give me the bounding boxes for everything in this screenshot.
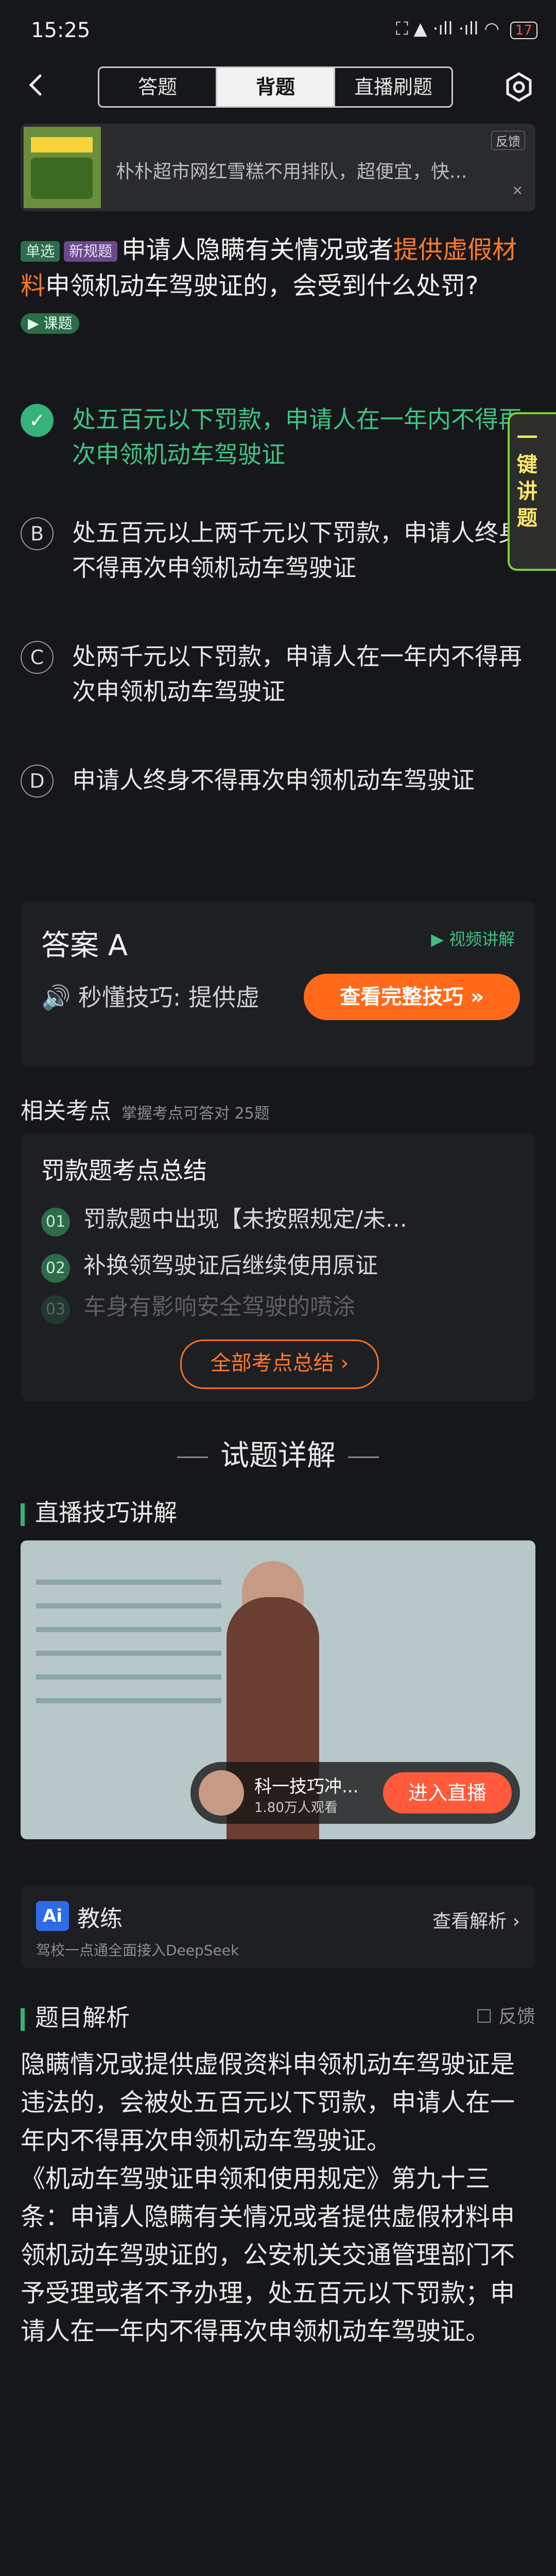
option-a[interactable]: ✓ 处五百元以下罚款，申请人在一年内不得再次申领机动车驾驶证 xyxy=(21,402,522,474)
feedback-button[interactable]: ☐ 反馈 xyxy=(476,2002,535,2028)
analysis-paragraph: 隐瞒情况或提供虚假资料申领机动车驾驶证是违法的，会被处五百元以下罚款，申请人在一… xyxy=(21,2050,515,2155)
ad-feedback-tag[interactable]: 反馈 xyxy=(491,131,525,150)
status-indicators: ⛶ ▲ ·ıll ·ıll ◠ 17 xyxy=(396,19,537,39)
ad-banner[interactable]: 朴朴超市网红雪糕不用排队，超便宜，快... 反馈 ✕ xyxy=(21,124,535,211)
live-video-card[interactable]: 科一技巧冲... 1.80万人观看 进入直播 xyxy=(21,1540,535,1839)
question-text: 单选 新规题 申请人隐瞒有关情况或者提供虚假材料申领机动车驾驶证的，会受到什么处罚?… xyxy=(21,232,535,340)
battery-icon: 17 xyxy=(510,22,537,39)
explain-question-button[interactable]: 一键讲题 xyxy=(508,412,556,571)
all-knowledge-button[interactable]: 全部考点总结 › xyxy=(180,1340,379,1389)
tab-memorize[interactable]: 背题 xyxy=(216,68,334,106)
section-title-text: 试题详解 xyxy=(220,1439,336,1472)
live-caption: 科一技巧冲... 1.80万人观看 进入直播 xyxy=(190,1762,520,1824)
top-nav: 答题 背题 直播刷题 xyxy=(0,59,556,116)
knowledge-item[interactable]: 03 车身有影响安全驾驶的喷涂 xyxy=(41,1288,505,1324)
view-full-tip-button[interactable]: 查看完整技巧 » xyxy=(304,974,520,1020)
knowledge-section-title: 相关考点 掌握考点可答对 25题 xyxy=(21,1092,270,1125)
question-part-1: 申请人隐瞒有关情况或者 xyxy=(121,235,394,264)
knowledge-item[interactable]: 02 补换领驾驶证后继续使用原证 xyxy=(41,1247,505,1283)
knowledge-card: 罚款题考点总结 01 罚款题中出现【未按照规定/未... 02 补换领驾驶证后继续使… xyxy=(21,1133,535,1401)
option-a-text: 处五百元以下罚款，申请人在一年内不得再次申领机动车驾驶证 xyxy=(72,405,522,468)
explain-question-label: 一键讲题 xyxy=(517,426,537,530)
status-time: 15:25 xyxy=(31,19,91,42)
option-b-text: 处五百元以上两千元以下罚款，申请人终身不得再次申领机动车驾驶证 xyxy=(72,519,522,582)
viewer-count: 1.80万人观看 xyxy=(254,1800,338,1816)
ai-logo-icon: Ai xyxy=(36,1901,69,1931)
live-section-title: 直播技巧讲解 xyxy=(21,1494,177,1528)
quick-tip-text: 🔊 秒懂技巧: 提供虚 xyxy=(41,984,260,1011)
status-icons: ⛶ ▲ ·ıll ·ıll ◠ xyxy=(395,19,500,39)
ai-coach-card[interactable]: Ai 教练 驾校一点通全面接入DeepSeek 查看解析 › xyxy=(21,1886,535,1968)
analysis-body: 隐瞒情况或提供虚假资料申领机动车驾驶证是违法的，会被处五百元以下罚款，申请人在一… xyxy=(21,2045,535,2350)
view-analysis-link[interactable]: 查看解析 › xyxy=(432,1906,520,1933)
teacher-name: 科一技巧冲... xyxy=(254,1776,359,1797)
check-icon: ✓ xyxy=(21,404,54,437)
answer-card: 答案 A ▶ 视频讲解 🔊 秒懂技巧: 提供虚 查看完整技巧 » xyxy=(21,902,535,1066)
battery-level: 17 xyxy=(515,23,532,38)
ad-text: 朴朴超市网红雪糕不用排队，超便宜，快... xyxy=(116,161,467,182)
coach-subtitle: 驾校一点通全面接入DeepSeek xyxy=(36,1942,239,1959)
settings-gear-icon[interactable] xyxy=(502,71,535,104)
mode-tabs: 答题 背题 直播刷题 xyxy=(98,66,453,108)
tab-answer[interactable]: 答题 xyxy=(99,68,216,106)
tab-live-practice[interactable]: 直播刷题 xyxy=(334,68,451,106)
ad-image xyxy=(24,127,101,208)
option-d[interactable]: D 申请人终身不得再次申领机动车驾驶证 xyxy=(21,762,515,835)
option-b-letter: B xyxy=(21,517,54,550)
option-c[interactable]: C 处两千元以下罚款，申请人在一年内不得再次申领机动车驾驶证 xyxy=(21,639,522,711)
analysis-paragraph: 《机动车驾驶证申领和使用规定》第九十三条：申请人隐瞒有关情况或者提供虚假材料申领… xyxy=(21,2164,515,2346)
option-d-letter: D xyxy=(21,765,54,798)
option-b[interactable]: B 处五百元以上两千元以下罚款，申请人终身不得再次申领机动车驾驶证 xyxy=(21,515,522,587)
coach-name: 教练 xyxy=(77,1906,123,1932)
answer-label: 答案 A xyxy=(41,929,128,962)
option-d-text: 申请人终身不得再次申领机动车驾驶证 xyxy=(72,766,475,794)
enter-live-button[interactable]: 进入直播 xyxy=(383,1772,512,1814)
back-arrow-icon[interactable] xyxy=(21,70,51,100)
question-type-badge: 单选 xyxy=(21,241,60,262)
analysis-title: 题目解析 xyxy=(21,1999,130,2033)
lesson-badge[interactable]: ▶ 课题 xyxy=(21,313,80,334)
teacher-avatar xyxy=(199,1770,244,1816)
knowledge-card-title: 罚款题考点总结 xyxy=(41,1157,207,1184)
video-explain-link[interactable]: ▶ 视频讲解 xyxy=(431,926,515,950)
status-bar: 15:25 ⛶ ▲ ·ıll ·ıll ◠ 17 xyxy=(0,0,556,57)
option-c-letter: C xyxy=(21,641,54,674)
knowledge-item[interactable]: 01 罚款题中出现【未按照规定/未... xyxy=(41,1200,505,1236)
knowledge-title: 相关考点 xyxy=(21,1098,111,1124)
question-part-2: 申领机动车驾驶证的，会受到什么处罚? xyxy=(45,272,479,300)
option-c-text: 处两千元以下罚款，申请人在一年内不得再次申领机动车驾驶证 xyxy=(72,642,522,705)
ad-close-icon[interactable]: ✕ xyxy=(512,183,523,199)
knowledge-subtitle: 掌握考点可答对 25题 xyxy=(121,1105,270,1123)
new-rule-badge: 新规题 xyxy=(64,241,118,262)
section-title: 试题详解 xyxy=(0,1432,556,1474)
